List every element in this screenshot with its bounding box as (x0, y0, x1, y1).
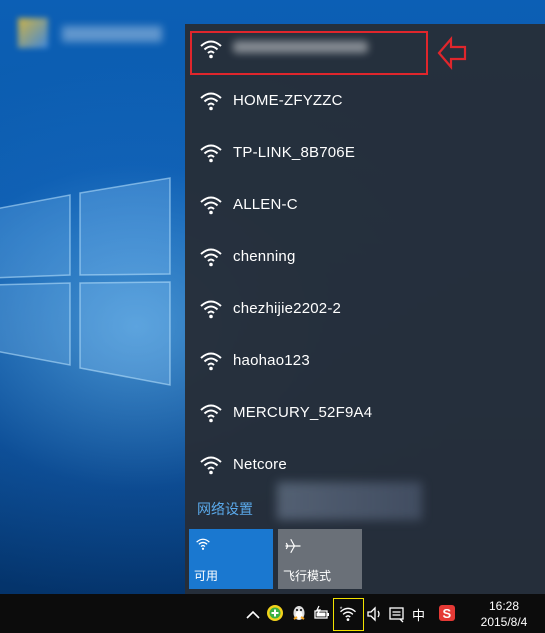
network-ssid: MERCURY_52F9A4 (233, 404, 373, 421)
network-item[interactable]: haohao123 (185, 336, 545, 388)
network-ssid: chenning (233, 248, 296, 265)
svg-text:*: * (340, 606, 343, 613)
desktop-shortcut-icon[interactable] (18, 18, 48, 48)
blurred-region (277, 482, 422, 520)
volume-icon[interactable] (366, 605, 384, 623)
network-ssid: chezhijie2202-2 (233, 300, 342, 317)
network-item[interactable]: MERCURY_52F9A4 (185, 388, 545, 440)
clock-time: 16:28 (488, 599, 520, 613)
chevron-up-icon[interactable] (244, 606, 262, 624)
network-item[interactable]: chezhijie2202-2 (185, 284, 545, 336)
network-item[interactable]: chenning (185, 232, 545, 284)
network-ssid: ALLEN-C (233, 196, 298, 213)
battery-power-icon[interactable] (313, 604, 331, 622)
network-item[interactable]: ALLEN-C (185, 180, 545, 232)
network-ssid: TP-LINK_8B706E (233, 144, 356, 161)
left-arrow-annotation-icon (437, 36, 467, 70)
network-ssid: HOME-ZFYZZC (233, 92, 343, 109)
taskbar-clock[interactable]: 16:28 2015/8/4 (470, 598, 538, 630)
svg-text:S: S (443, 606, 452, 621)
wifi-signal-icon (200, 352, 222, 371)
network-item[interactable]: HOME-ZFYZZC (185, 76, 545, 128)
wifi-icon (196, 538, 210, 550)
action-center-icon[interactable] (388, 605, 406, 623)
network-settings-link[interactable]: 网络设置 (197, 499, 253, 519)
sogou-input-icon[interactable]: S (438, 604, 456, 622)
clock-date: 2015/8/4 (480, 615, 528, 629)
airplane-mode-tile[interactable]: 飞行模式 (278, 529, 362, 589)
ime-indicator[interactable]: 中 (412, 605, 425, 624)
wifi-signal-icon (200, 300, 222, 319)
wifi-signal-icon (200, 92, 222, 111)
plus-app-icon[interactable] (266, 604, 284, 622)
wifi-signal-icon (200, 456, 222, 475)
airplane-tile-label: 飞行模式 (283, 569, 332, 583)
qq-penguin-icon[interactable] (290, 604, 308, 622)
network-ssid: haohao123 (233, 352, 310, 369)
wifi-signal-icon (200, 144, 222, 163)
wifi-signal-icon (200, 248, 222, 267)
wifi-signal-icon (200, 196, 222, 215)
wifi-signal-icon (200, 404, 222, 423)
wifi-tile-label: 可用 (194, 569, 219, 583)
wifi-quick-action-tile[interactable]: 可用 (189, 529, 273, 589)
airplane-icon (285, 538, 301, 554)
network-ssid: Netcore (233, 456, 287, 473)
desktop-shortcut-label (62, 26, 162, 42)
network-item[interactable]: TP-LINK_8B706E (185, 128, 545, 180)
windows-logo-icon (0, 177, 171, 386)
wifi-tray-icon[interactable]: * (339, 605, 357, 623)
highlight-annotation-box (190, 31, 428, 75)
